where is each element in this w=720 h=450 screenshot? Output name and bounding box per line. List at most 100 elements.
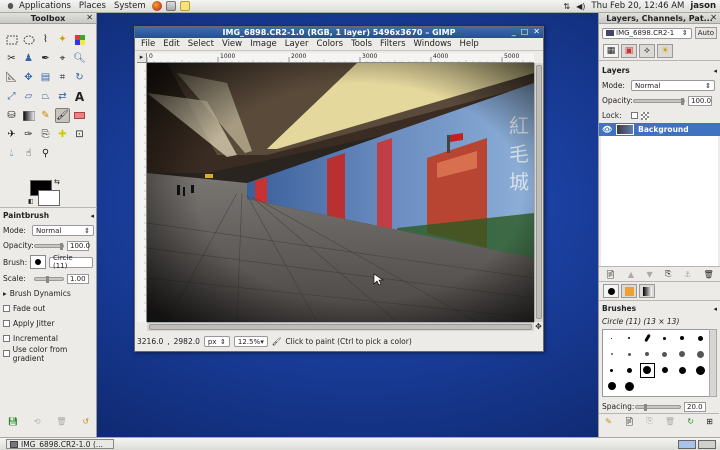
- new-brush-icon[interactable]: 📄︎: [624, 417, 634, 426]
- places-menu[interactable]: Places: [75, 1, 110, 11]
- brush-dynamics-expander[interactable]: ▸ Brush Dynamics: [0, 286, 97, 301]
- brush-item[interactable]: [695, 365, 705, 375]
- fuzzy-select-tool-icon[interactable]: ✦: [55, 32, 70, 47]
- measure-tool-icon[interactable]: 📐︎: [4, 70, 19, 85]
- layer-opacity-slider[interactable]: [633, 97, 685, 105]
- applications-menu[interactable]: Applications: [0, 1, 75, 11]
- brush-item[interactable]: [627, 352, 631, 356]
- brush-item[interactable]: [661, 367, 668, 373]
- crop-tool-icon[interactable]: ⌗: [55, 70, 70, 85]
- brush-preview[interactable]: [30, 255, 46, 269]
- ellipse-select-tool-icon[interactable]: [21, 32, 36, 47]
- dock-titlebar[interactable]: Layers, Channels, Pat... ✕: [599, 13, 720, 24]
- firefox-icon[interactable]: [151, 1, 162, 11]
- delete-brush-icon[interactable]: 🗑︎: [665, 417, 675, 426]
- workspace-1[interactable]: [678, 439, 696, 449]
- save-options-icon[interactable]: 💾︎: [8, 417, 18, 426]
- menu-filters[interactable]: Filters: [376, 39, 409, 49]
- flip-tool-icon[interactable]: ⇄: [55, 89, 70, 104]
- spacing-spinbox[interactable]: 20.0: [684, 401, 706, 412]
- horizontal-ruler[interactable]: 0 1000 2000 3000 4000 5000: [147, 53, 534, 63]
- tab-undo[interactable]: ☀: [657, 44, 673, 58]
- smudge-tool-icon[interactable]: ☝: [21, 146, 36, 161]
- fade-out-checkbox[interactable]: Fade out: [0, 301, 97, 316]
- spacing-slider[interactable]: [635, 403, 681, 411]
- apply-jitter-check[interactable]: [3, 320, 10, 327]
- maximize-icon[interactable]: □: [521, 27, 529, 36]
- brush-item[interactable]: [680, 336, 685, 340]
- blend-tool-icon[interactable]: [21, 108, 36, 123]
- scale-slider[interactable]: [34, 275, 64, 283]
- background-color-swatch[interactable]: [38, 190, 60, 206]
- airbrush-tool-icon[interactable]: ✈: [4, 127, 19, 142]
- brush-item[interactable]: [624, 381, 634, 391]
- workspace-2[interactable]: [698, 439, 716, 449]
- swap-colors-icon[interactable]: ⇆: [54, 178, 60, 186]
- network-icon[interactable]: ⇅: [563, 2, 570, 11]
- menu-view[interactable]: View: [218, 39, 246, 49]
- reset-colors-icon[interactable]: ◧: [28, 198, 34, 205]
- menu-image[interactable]: Image: [246, 39, 281, 49]
- color-select-tool-icon[interactable]: [72, 32, 87, 47]
- new-layer-icon[interactable]: 📄︎: [605, 270, 615, 279]
- close-icon[interactable]: ✕: [533, 27, 540, 36]
- incremental-check[interactable]: [3, 335, 10, 342]
- menu-windows[interactable]: Windows: [410, 39, 456, 49]
- brush-item[interactable]: [610, 368, 614, 372]
- menu-help[interactable]: Help: [455, 39, 482, 49]
- minimize-icon[interactable]: _: [512, 27, 516, 36]
- brush-item[interactable]: [611, 337, 613, 339]
- paintbrush-tool-icon[interactable]: 🖌︎: [55, 108, 70, 123]
- horizontal-scrollbar[interactable]: [147, 322, 534, 331]
- pencil-tool-icon[interactable]: ✎: [38, 108, 53, 123]
- system-menu[interactable]: System: [110, 1, 150, 11]
- duplicate-brush-icon[interactable]: ⎘: [646, 416, 652, 426]
- tab-menu-icon[interactable]: ◂: [90, 212, 94, 220]
- delete-options-icon[interactable]: 🗑︎: [56, 417, 66, 426]
- refresh-brushes-icon[interactable]: ↻: [687, 417, 694, 426]
- layer-row-background[interactable]: 👁︎ Background: [599, 123, 720, 136]
- brush-grid[interactable]: [602, 329, 710, 397]
- raise-layer-icon[interactable]: ▲: [628, 270, 634, 279]
- vertical-ruler[interactable]: [137, 63, 147, 322]
- volume-icon[interactable]: ◀): [576, 2, 585, 11]
- auto-button[interactable]: Auto: [694, 27, 717, 39]
- mode-select[interactable]: Normal ⇕: [32, 225, 94, 236]
- eraser-tool-icon[interactable]: [72, 108, 87, 123]
- zoom-tool-icon[interactable]: 🔍︎: [72, 51, 87, 66]
- fade-out-check[interactable]: [3, 305, 10, 312]
- move-tool-icon[interactable]: ✥: [21, 70, 36, 85]
- rotate-tool-icon[interactable]: ↻: [72, 70, 87, 85]
- brush-item[interactable]: [643, 333, 651, 343]
- brush-item[interactable]: [696, 350, 704, 358]
- perspective-clone-tool-icon[interactable]: ⊡: [72, 127, 87, 142]
- layer-opacity-spinbox[interactable]: 100.0: [688, 95, 712, 106]
- opacity-slider[interactable]: [34, 242, 64, 250]
- use-color-gradient-checkbox[interactable]: Use color from gradient: [0, 345, 97, 363]
- zoom-select[interactable]: 12.5% ▾: [233, 336, 268, 347]
- clock[interactable]: Thu Feb 20, 12:46 AM: [591, 1, 684, 11]
- toolbox-titlebar[interactable]: Toolbox ✕: [0, 13, 96, 24]
- user-menu[interactable]: jason: [690, 1, 716, 11]
- notes-icon[interactable]: [179, 1, 190, 11]
- delete-layer-icon[interactable]: 🗑︎: [704, 270, 714, 279]
- email-icon[interactable]: [165, 1, 176, 11]
- restore-options-icon[interactable]: ⟲: [34, 417, 41, 426]
- quick-mask-corner-icon[interactable]: ▸: [137, 53, 147, 63]
- brush-item[interactable]: [626, 367, 632, 373]
- ink-tool-icon[interactable]: ✑: [21, 127, 36, 142]
- brush-item[interactable]: [663, 336, 667, 340]
- tab-channels[interactable]: ▣: [621, 44, 637, 58]
- scale-tool-icon[interactable]: ⤢: [4, 89, 19, 104]
- paths-tool-icon[interactable]: ✒: [38, 51, 53, 66]
- brush-item[interactable]: [679, 351, 686, 357]
- vertical-scrollbar[interactable]: [534, 63, 543, 322]
- close-icon[interactable]: ✕: [86, 13, 93, 22]
- brush-item[interactable]: [607, 382, 616, 390]
- layer-mode-select[interactable]: Normal ⇕: [631, 80, 715, 91]
- use-color-gradient-check[interactable]: [3, 350, 10, 357]
- heal-tool-icon[interactable]: ✚: [55, 127, 70, 142]
- text-tool-icon[interactable]: A: [72, 89, 87, 104]
- menu-select[interactable]: Select: [184, 39, 218, 49]
- image-select[interactable]: IMG_6898.CR2-1 ⇕: [602, 27, 692, 39]
